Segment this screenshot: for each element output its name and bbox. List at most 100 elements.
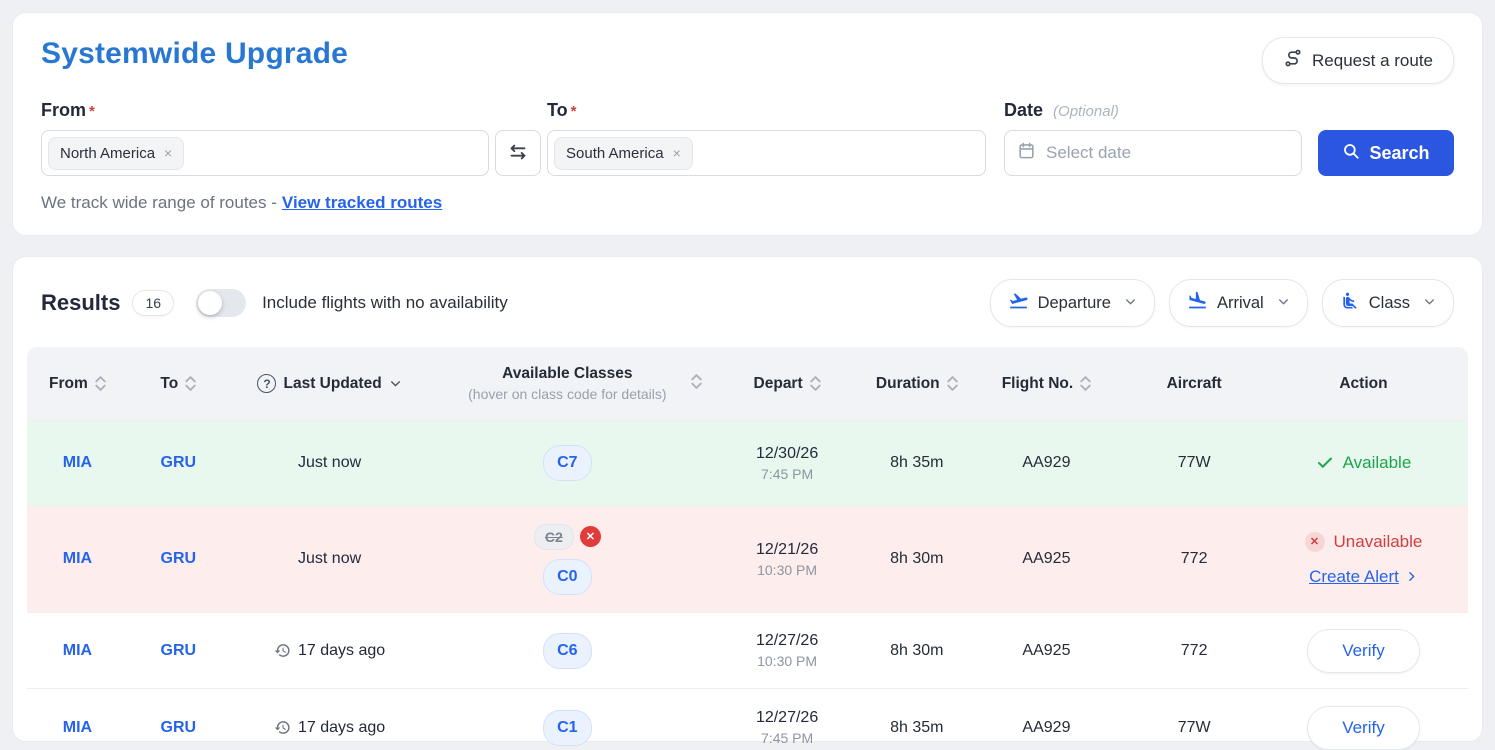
aircraft-type: 772 bbox=[1129, 642, 1259, 660]
date-placeholder: Select date bbox=[1046, 143, 1131, 163]
table-row: MIA GRU Just now C7 12/30/26 7:45 PM 8h … bbox=[27, 420, 1468, 505]
depart-cell: 12/30/26 7:45 PM bbox=[704, 445, 870, 482]
to-chip: South America × bbox=[554, 137, 693, 170]
column-header-flight-no[interactable]: Flight No. bbox=[964, 363, 1130, 405]
table-row: MIA GRU 17 days ago C1 12/27/26 7:45 PM … bbox=[27, 688, 1468, 750]
table-header-row: From To ? Last Updated Available Classes… bbox=[27, 347, 1468, 420]
sort-icon bbox=[691, 373, 702, 390]
sort-icon bbox=[810, 375, 821, 392]
chevron-down-icon bbox=[389, 377, 402, 390]
from-input[interactable]: North America × bbox=[41, 130, 489, 176]
chevron-down-icon bbox=[1277, 294, 1290, 313]
request-route-button[interactable]: Request a route bbox=[1262, 37, 1454, 84]
sort-icon bbox=[185, 375, 196, 392]
from-label: From* bbox=[41, 100, 489, 121]
class-code-badge-unavailable[interactable]: C2 bbox=[534, 524, 574, 550]
flight-takeoff-icon bbox=[1008, 290, 1029, 316]
column-header-aircraft: Aircraft bbox=[1129, 363, 1259, 405]
remove-to-chip-icon[interactable]: × bbox=[673, 146, 681, 160]
column-header-available-classes[interactable]: Available Classes (hover on class code f… bbox=[430, 353, 704, 414]
table-row: MIA GRU 17 days ago C6 12/27/26 10:30 PM… bbox=[27, 612, 1468, 688]
to-label: To* bbox=[547, 100, 986, 121]
no-availability-toggle[interactable] bbox=[196, 289, 246, 317]
page-title: Systemwide Upgrade bbox=[41, 37, 348, 71]
sort-icon bbox=[947, 375, 958, 392]
sort-icon bbox=[95, 375, 106, 392]
column-header-from[interactable]: From bbox=[27, 363, 128, 405]
column-header-last-updated[interactable]: ? Last Updated bbox=[229, 362, 431, 405]
depart-cell: 12/21/26 10:30 PM bbox=[704, 541, 870, 578]
duration: 8h 30m bbox=[870, 642, 964, 660]
duration: 8h 35m bbox=[870, 454, 964, 472]
route-icon bbox=[1283, 48, 1303, 73]
class-code-badge[interactable]: C7 bbox=[543, 445, 591, 481]
to-airport: GRU bbox=[128, 642, 229, 660]
column-header-duration[interactable]: Duration bbox=[870, 363, 964, 405]
swap-arrows-icon bbox=[507, 141, 529, 166]
chevron-down-icon bbox=[1423, 294, 1436, 313]
seat-icon bbox=[1340, 291, 1360, 316]
remove-from-chip-icon[interactable]: × bbox=[164, 146, 172, 160]
chevron-down-icon bbox=[1124, 294, 1137, 313]
to-airport: GRU bbox=[128, 454, 229, 472]
last-updated: Just now bbox=[229, 550, 431, 568]
results-title: Results bbox=[41, 290, 120, 316]
toggle-knob bbox=[198, 291, 222, 315]
class-filter-button[interactable]: Class bbox=[1322, 279, 1454, 327]
from-airport: MIA bbox=[27, 550, 128, 568]
check-icon bbox=[1316, 454, 1334, 472]
x-circle-icon: ✕ bbox=[1305, 532, 1325, 552]
duration: 8h 35m bbox=[870, 719, 964, 737]
calendar-icon bbox=[1017, 141, 1036, 165]
from-airport: MIA bbox=[27, 719, 128, 737]
search-icon bbox=[1342, 142, 1360, 165]
view-tracked-routes-link[interactable]: View tracked routes bbox=[282, 193, 442, 212]
classes-hint: (hover on class code for details) bbox=[468, 386, 666, 402]
class-code-badge[interactable]: C6 bbox=[543, 633, 591, 669]
results-count-badge: 16 bbox=[132, 290, 174, 316]
search-button[interactable]: Search bbox=[1318, 130, 1454, 176]
history-clock-icon bbox=[274, 719, 291, 736]
date-label: Date (Optional) bbox=[1004, 100, 1302, 121]
duration: 8h 30m bbox=[870, 550, 964, 568]
depart-cell: 12/27/26 10:30 PM bbox=[704, 632, 870, 669]
to-airport: GRU bbox=[128, 550, 229, 568]
flight-number: AA929 bbox=[964, 454, 1130, 472]
flight-land-icon bbox=[1187, 290, 1208, 316]
to-airport: GRU bbox=[128, 719, 229, 737]
last-updated: 17 days ago bbox=[274, 719, 385, 737]
flight-number: AA929 bbox=[964, 719, 1130, 737]
table-row: MIA GRU Just now C2 ✕ C0 12/21/26 10:30 … bbox=[27, 505, 1468, 612]
class-code-badge[interactable]: C1 bbox=[543, 710, 591, 746]
aircraft-type: 772 bbox=[1129, 550, 1259, 568]
available-status-badge: Available bbox=[1316, 453, 1412, 473]
last-updated: Just now bbox=[229, 454, 431, 472]
verify-button[interactable]: Verify bbox=[1307, 706, 1420, 750]
departure-filter-button[interactable]: Departure bbox=[990, 279, 1155, 327]
from-chip: North America × bbox=[48, 137, 184, 170]
results-card: Results 16 Include flights with no avail… bbox=[12, 256, 1483, 742]
create-alert-link[interactable]: Create Alert bbox=[1309, 567, 1418, 587]
history-clock-icon bbox=[274, 642, 291, 659]
class-code-badge[interactable]: C0 bbox=[543, 559, 591, 595]
flight-number: AA925 bbox=[964, 550, 1130, 568]
verify-button[interactable]: Verify bbox=[1307, 629, 1420, 673]
arrival-filter-button[interactable]: Arrival bbox=[1169, 279, 1308, 327]
swap-from-to-button[interactable] bbox=[495, 130, 541, 176]
column-header-depart[interactable]: Depart bbox=[704, 363, 870, 405]
depart-cell: 12/27/26 7:45 PM bbox=[704, 709, 870, 746]
date-input[interactable]: Select date bbox=[1004, 130, 1302, 176]
flight-number: AA925 bbox=[964, 642, 1130, 660]
class-unavailable-x-icon: ✕ bbox=[580, 526, 601, 547]
aircraft-type: 77W bbox=[1129, 719, 1259, 737]
column-header-action: Action bbox=[1259, 363, 1468, 405]
search-card: Systemwide Upgrade Request a route From*… bbox=[12, 12, 1483, 236]
from-airport: MIA bbox=[27, 454, 128, 472]
from-airport: MIA bbox=[27, 642, 128, 660]
column-header-to[interactable]: To bbox=[128, 363, 229, 405]
toggle-label: Include flights with no availability bbox=[262, 293, 508, 313]
last-updated: 17 days ago bbox=[274, 642, 385, 660]
aircraft-type: 77W bbox=[1129, 454, 1259, 472]
unavailable-status-badge: ✕ Unavailable bbox=[1305, 532, 1423, 552]
to-input[interactable]: South America × bbox=[547, 130, 986, 176]
